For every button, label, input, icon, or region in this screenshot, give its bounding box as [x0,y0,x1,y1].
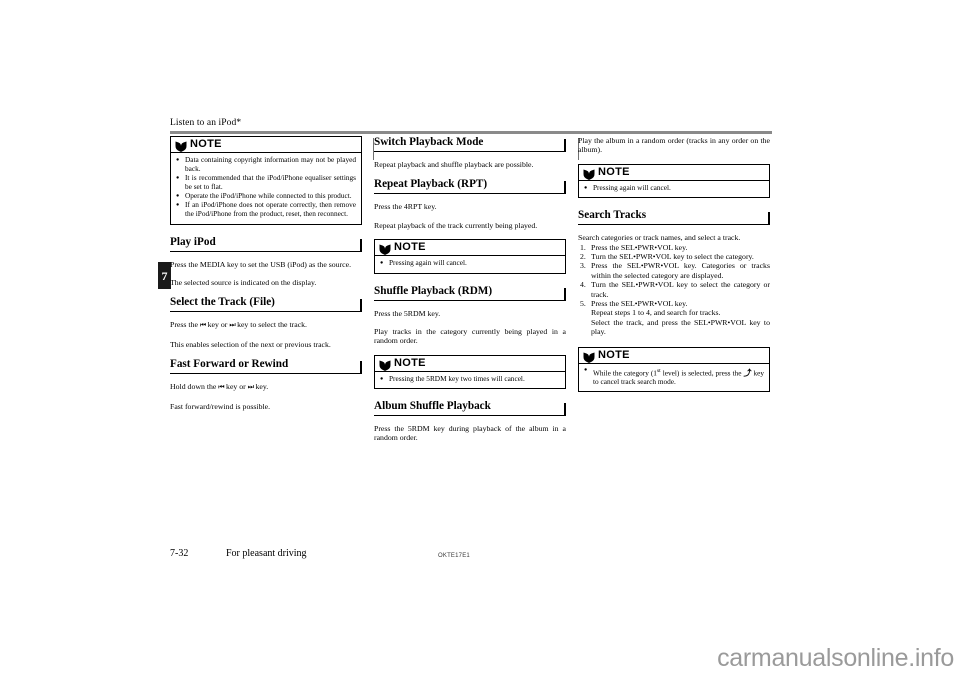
paragraph-shuffle-desc: Play tracks in the category currently be… [374,326,566,346]
section-heading-album-shuffle: Album Shuffle Playback [374,400,566,417]
note-label: NOTE [394,356,426,369]
note-box-shuffle: NOTE Pressing the 5RDM key two times wil… [374,354,566,390]
paragraph-shuffle-key: Press the 5RDM key. [374,308,441,318]
note-list-item: Pressing again will cancel. [584,183,764,193]
note-list-item: While the category (1st level) is select… [584,366,764,387]
paragraph-album-random: Play the album in a random order (tracks… [578,136,770,155]
note-body: Pressing again will cancel. [375,256,565,272]
select-track-text-mid: key or [205,320,230,330]
footer-page-number: 7-32 [170,548,189,559]
paragraph-switch-mode: Repeat playback and shuffle playback are… [374,160,534,169]
note-list-item: Pressing again will cancel. [380,258,560,268]
note-item-list: While the category (1st level) is select… [584,366,764,387]
page-footer: 7-32 For pleasant driving [170,548,772,559]
note-item-list: Pressing again will cancel. [380,258,560,268]
column-1: NOTE Data containing copyright informati… [170,136,362,526]
column-3: Play the album in a random order (tracks… [578,136,770,526]
note-book-icon [583,167,595,180]
column-2: Switch Playback Mode Repeat playback and… [374,136,566,526]
paragraph-play-source: Press the MEDIA key to set the USB (iPod… [170,259,352,269]
ff-text-post: key. [253,382,269,392]
manual-page: Listen to an iPod* 7 NOTE ● Data contain… [0,0,960,679]
header-rule [170,131,772,134]
paragraph-select-track: Press the ⏮ key or ⏭ key to select the t… [170,320,362,330]
note-text-mid: level) is selected, press the [660,368,744,377]
page-header: Listen to an iPod* [170,117,772,134]
select-track-text-post: key to select the track. [235,320,307,330]
footer-section-name: For pleasant driving [226,548,307,559]
section-heading-fast-forward: Fast Forward or Rewind [170,358,362,375]
note-box-ipod-general: NOTE Data containing copyright informati… [170,136,362,225]
search-step-text: Press the SEL•PWR•VOL key. [591,298,688,308]
note-body: While the category (1st level) is select… [579,364,769,392]
note-box-album-shuffle: NOTE Pressing again will cancel. [578,163,770,199]
header-title: Listen to an iPod* [170,118,242,128]
note-book-icon [379,358,391,371]
note-header: NOTE [375,240,565,257]
search-step: Turn the SEL•PWR•VOL key to select the c… [580,251,754,262]
note-label: NOTE [598,165,630,178]
note-list-item: Data containing copyright information ma… [176,155,356,174]
search-step-extra: Repeat steps 1 to 4, and search for trac… [591,308,721,318]
note-item-list: Pressing the 5RDM key two times will can… [380,374,560,384]
note-box-repeat: NOTE Pressing again will cancel. [374,239,566,274]
note-book-icon [379,242,391,256]
note-header: NOTE [579,165,769,181]
footer-document-code: OKTE17E1 [438,553,470,559]
section-heading-select-track: Select the Track (File) [170,296,362,313]
note-header: NOTE [171,137,361,153]
note-header: NOTE [375,356,565,372]
note-body: Pressing the 5RDM key two times will can… [375,372,565,388]
section-heading-play-ipod: Play iPod [170,236,362,252]
search-step: Press the SEL•PWR•VOL key. [580,242,688,253]
ff-text-pre: Hold down the [170,382,219,392]
note-list-item: Pressing the 5RDM key two times will can… [380,374,560,384]
search-step: Press the SEL•PWR•VOL key. Repeat steps … [578,299,770,337]
note-label: NOTE [598,348,630,361]
paragraph-ff-possible: Fast forward/rewind is possible. [170,401,271,411]
note-list-item: It is recommended that the iPod/iPhone e… [176,173,356,192]
note-box-search: NOTE While the category (1st level) is s… [578,346,770,393]
paragraph-hold-key: Hold down the ⏮ key or ⏭ key. [170,382,362,392]
section-heading-search-tracks: Search Tracks [578,209,770,226]
note-body: Data containing copyright information ma… [171,153,361,224]
search-steps-list: Press the SEL•PWR•VOL key. Turn the SEL•… [578,243,770,337]
chapter-tab-number: 7 [161,268,168,283]
search-step: Press the SEL•PWR•VOL key. Categories or… [580,261,770,280]
select-track-text-pre: Press the [170,320,200,330]
paragraph-play-display: The selected source is indicated on the … [170,277,317,287]
note-list-item: If an iPod/iPhone does not operate corre… [176,201,356,219]
note-book-icon [175,139,187,152]
paragraph-search-intro: Search categories or track names, and se… [578,233,741,243]
note-label: NOTE [190,138,222,150]
ff-text-mid: key or [224,382,248,392]
note-item-list: Data containing copyright information ma… [176,155,356,219]
section-heading-switch-playback-mode: Switch Playback Mode [374,136,566,152]
site-watermark: carmanualsonline.info [717,644,954,672]
note-text-pre: While the category (1 [593,368,657,377]
paragraph-select-next-prev: This enables selection of the next or pr… [170,339,331,349]
page-columns: NOTE Data containing copyright informati… [170,136,772,526]
note-item-list: Pressing again will cancel. [584,183,764,193]
paragraph-repeat-key: Press the 4RPT key. [374,202,437,212]
paragraph-album-shuffle: Press the 5RDM key during playback of th… [374,424,566,443]
search-step: Turn the SEL•PWR•VOL key to select the c… [580,280,770,299]
note-label: NOTE [394,241,426,254]
note-body: Pressing again will cancel. [579,181,769,197]
note-header: NOTE [579,348,769,364]
note-book-icon [583,350,595,363]
paragraph-repeat-desc: Repeat playback of the track currently b… [374,220,538,230]
search-step-extra: Select the track, and press the SEL•PWR•… [591,317,770,337]
section-heading-shuffle-playback: Shuffle Playback (RDM) [374,285,566,301]
section-heading-repeat-playback: Repeat Playback (RPT) [374,178,566,195]
